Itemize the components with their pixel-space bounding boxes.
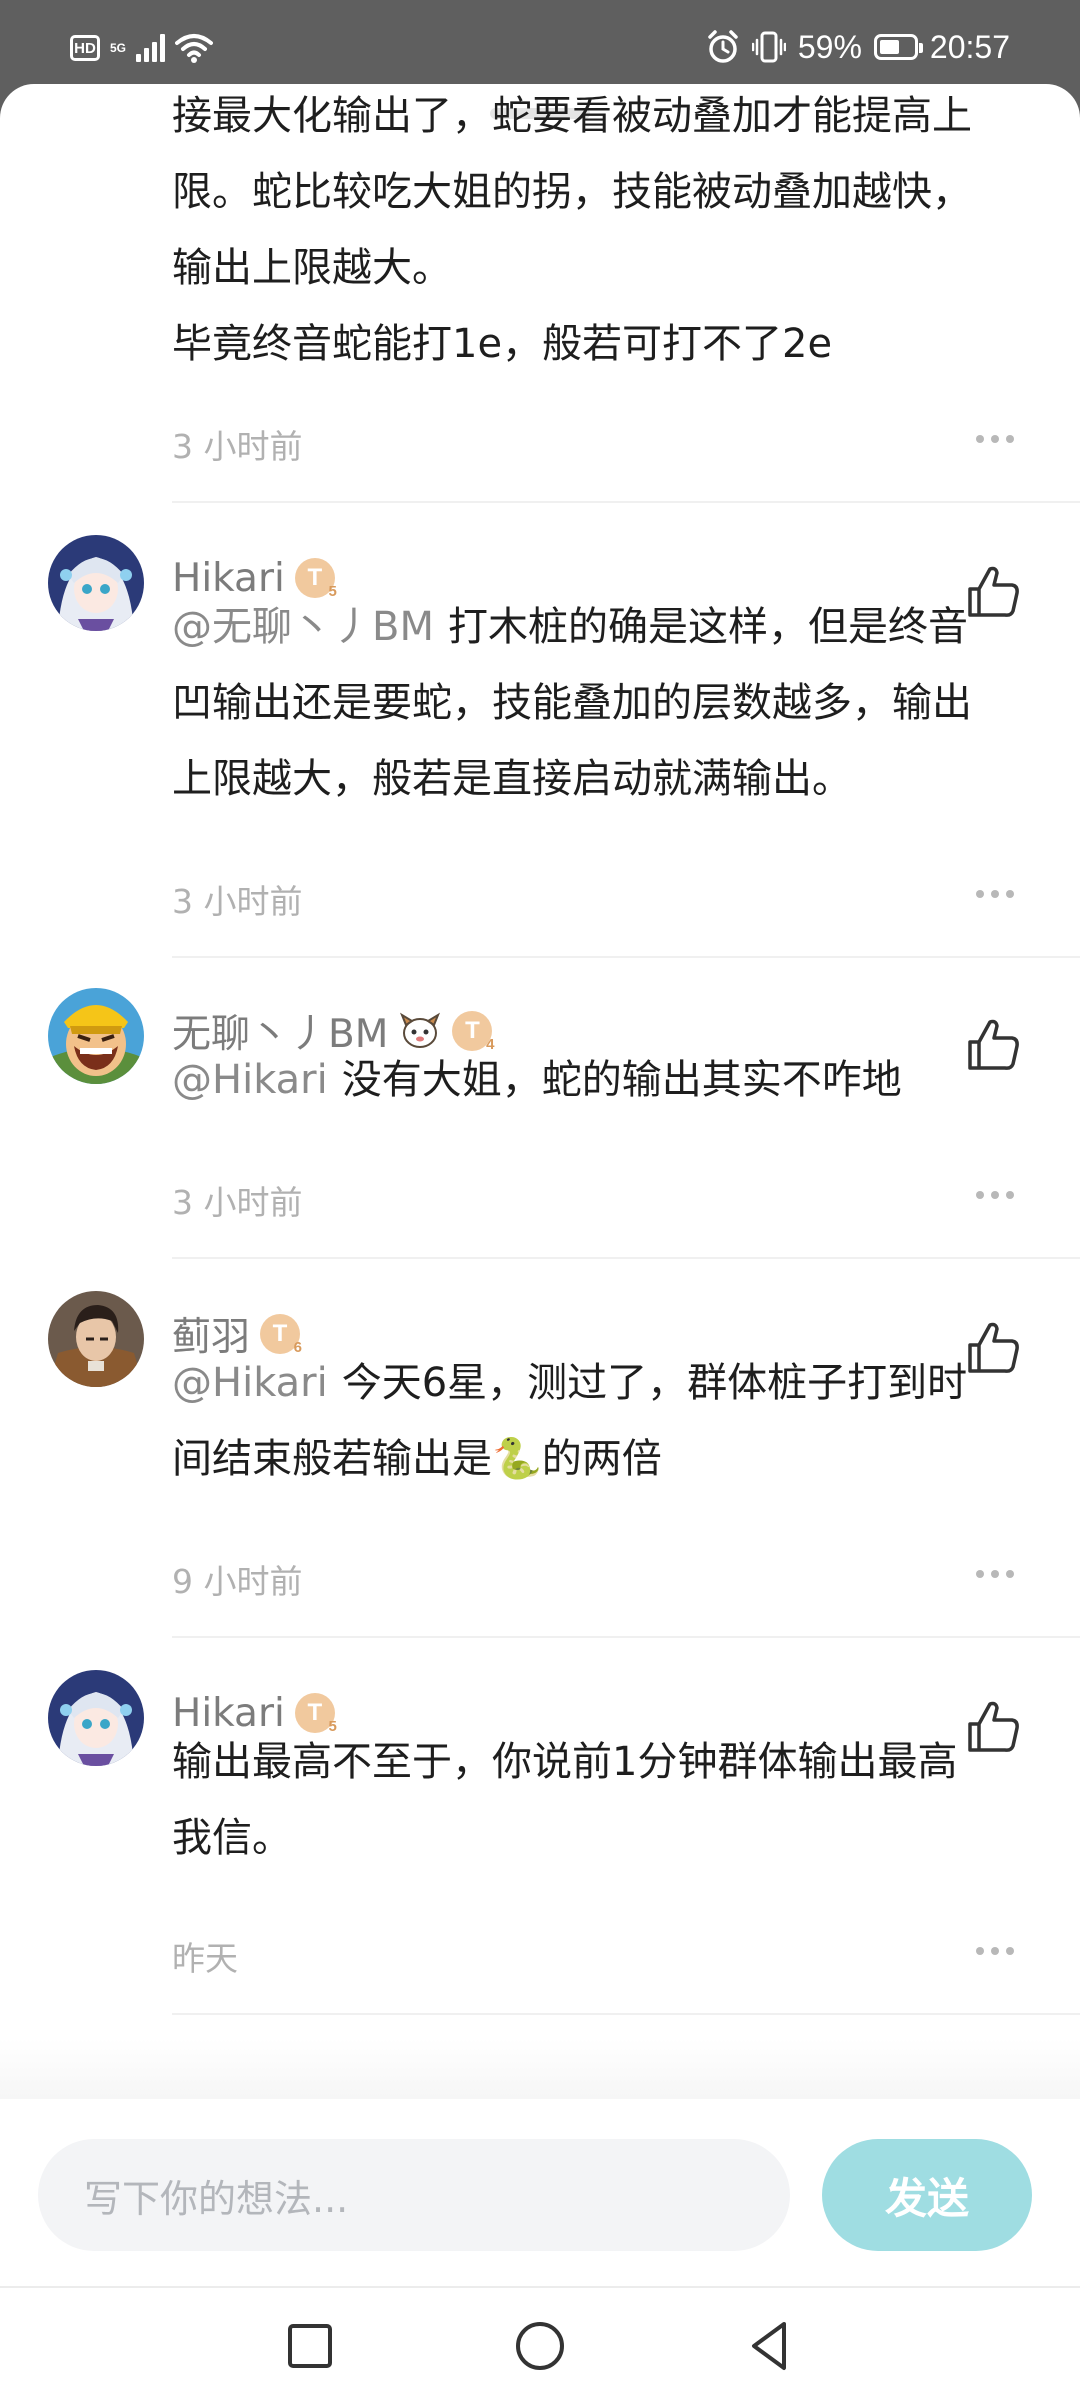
divider — [172, 956, 1080, 958]
comment-body: @无聊丶丿BM 打木桩的确是这样，但是终音 凹输出还是要蛇，技能叠加的层数越多，输… — [172, 589, 1022, 817]
comment-body: 输出最高不至于，你说前1分钟群体输出最高 我信。 — [172, 1724, 1022, 1876]
home-icon[interactable] — [510, 2316, 570, 2376]
comment-line: 凹输出还是要蛇，技能叠加的层数越多，输出 — [172, 680, 972, 726]
alarm-icon — [708, 30, 738, 63]
comment-input-bar: 写下你的想法... 发送 — [0, 2113, 1080, 2283]
hd-icon: HD — [70, 35, 100, 61]
mention-link[interactable]: @Hikari — [172, 1360, 328, 1406]
comment-time: 3 小时前 — [172, 1183, 303, 1222]
mention-link[interactable]: @Hikari — [172, 1057, 328, 1103]
scroll-fade — [0, 2039, 1080, 2099]
comment-input[interactable]: 写下你的想法... — [38, 2139, 790, 2251]
signal-icon: 5G — [110, 40, 127, 55]
mention-link[interactable]: @无聊丶丿BM — [172, 604, 434, 650]
comment-line: 上限越大，般若是直接启动就满输出。 — [172, 756, 852, 802]
divider — [172, 501, 1080, 503]
avatar[interactable] — [48, 988, 144, 1084]
divider — [172, 1257, 1080, 1259]
battery-icon — [873, 34, 923, 60]
comment-line: 打木桩的确是这样，但是终音 — [447, 604, 968, 650]
comment-line: 限。蛇比较吃大姐的拐，技能被动叠加越快， — [172, 169, 972, 215]
avatar[interactable] — [48, 1670, 144, 1766]
vibrate-icon — [751, 31, 786, 63]
recent-apps-icon[interactable] — [280, 2316, 340, 2376]
comment-body: @Hikari 今天6星，测过了，群体桩子打到时 间结束般若输出是🐍的两倍 — [172, 1345, 1022, 1497]
send-button[interactable]: 发送 — [822, 2139, 1032, 2251]
comment-time: 昨天 — [172, 1939, 238, 1978]
comment-line: 输出最高不至于，你说前1分钟群体输出最高 — [172, 1739, 958, 1785]
signal-bars-icon — [136, 34, 166, 62]
status-bar: HD 5G 59% 20:57 — [0, 0, 1080, 90]
more-options-icon[interactable] — [976, 1570, 1014, 1580]
wifi-icon — [175, 34, 214, 63]
more-options-icon[interactable] — [976, 435, 1014, 445]
avatar[interactable] — [48, 535, 144, 631]
comment-line: 毕竟终音蛇能打1e，般若可打不了2e — [172, 321, 833, 367]
more-options-icon[interactable] — [976, 1191, 1014, 1201]
more-options-icon[interactable] — [976, 890, 1014, 900]
system-nav-bar — [0, 2286, 1080, 2400]
comments-sheet: 接最大化输出了，蛇要看被动叠加才能提高上 限。蛇比较吃大姐的拐，技能被动叠加越快… — [0, 84, 1080, 2400]
comment-line: 没有大姐，蛇的输出其实不咋地 — [341, 1057, 902, 1103]
divider — [172, 1636, 1080, 1638]
comment-body: @Hikari 没有大姐，蛇的输出其实不咋地 — [172, 1042, 1022, 1118]
comment-body: 接最大化输出了，蛇要看被动叠加才能提高上 限。蛇比较吃大姐的拐，技能被动叠加越快… — [172, 84, 1022, 408]
comment-time: 3 小时前 — [172, 882, 303, 921]
clock: 20:57 — [929, 28, 1010, 65]
comment-time: 3 小时前 — [172, 427, 303, 466]
comment-line: 输出上限越大。 — [172, 245, 452, 291]
more-options-icon[interactable] — [976, 1947, 1014, 1957]
comment-line: 接最大化输出了，蛇要看被动叠加才能提高上 — [172, 93, 972, 139]
back-icon[interactable] — [740, 2316, 800, 2376]
battery-percent: 59% — [797, 28, 862, 65]
comment-time: 9 小时前 — [172, 1562, 303, 1601]
divider — [172, 2013, 1080, 2015]
comment-line: 间结束般若输出是🐍的两倍 — [172, 1436, 662, 1482]
avatar[interactable] — [48, 1291, 144, 1387]
network-type: 5G — [110, 40, 127, 55]
comment-line: 我信。 — [172, 1815, 292, 1861]
comment-line: 今天6星，测过了，群体桩子打到时 — [341, 1360, 968, 1406]
